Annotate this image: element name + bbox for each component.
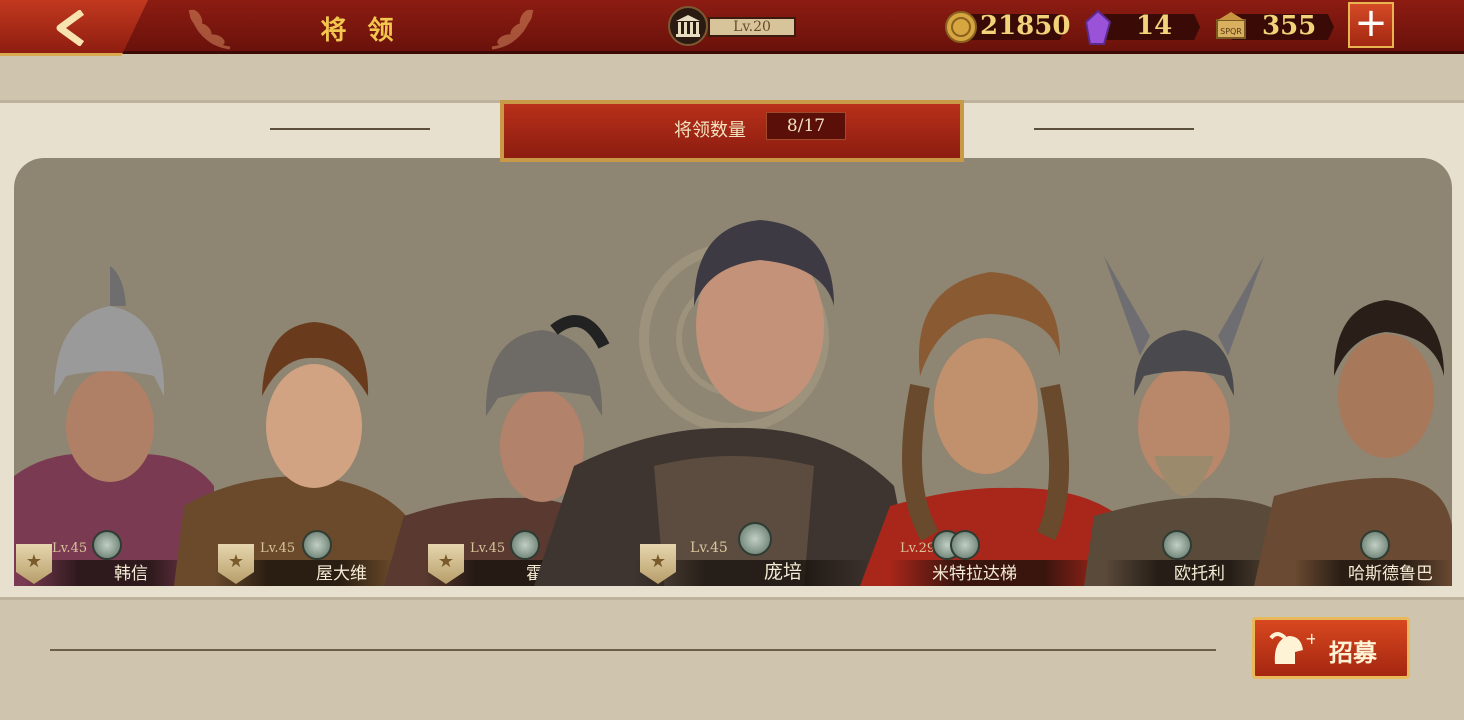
general-count-value: 8/17 [766,112,846,140]
skill-coin-icon [92,530,122,560]
spqr-eagle-icon: SPQR [1216,12,1246,39]
general-card-featured[interactable]: ★ Lv.45 庞培 [534,206,914,586]
general-name: 哈斯德鲁巴 [1348,564,1433,584]
purple-gem-icon [1084,10,1112,45]
general-level: Lv.29 [900,541,936,556]
svg-text:SPQR: SPQR [1220,27,1242,36]
general-level: Lv.45 [470,541,506,556]
skill-coin-icon [1360,530,1390,560]
general-name: 庞培 [764,561,803,583]
general-card[interactable]: ★ Lv.45 屋大维 [174,226,414,586]
coin-value: 21850 [980,11,1071,41]
divider [50,649,1216,651]
divider [1034,128,1194,130]
skill-coin-icon [950,530,980,560]
skill-coin-icon [1162,530,1192,560]
generals-gallery: ★ Lv.45 韩信 ★ Lv.45 屋大维 ★ Lv.45 霍 ★ Lv.45… [14,158,1452,586]
general-portrait [534,220,914,586]
laurel-right-icon [491,9,534,50]
gem-value: 14 [1136,11,1173,41]
recruit-button[interactable]: + 招募 [1252,617,1410,679]
temple-icon [668,6,708,46]
general-name: 米特拉达梯 [932,564,1017,584]
coin-resource[interactable]: 21850 [944,10,1071,43]
spqr-resource[interactable]: SPQR 355 [1214,10,1336,42]
svg-text:+: + [1305,630,1315,648]
skill-coin-icon [738,522,772,556]
general-count-banner: 将领数量 8/17 [500,100,964,162]
general-count-label: 将领数量 [674,120,746,141]
page-title: 将 领 [320,16,400,46]
general-card[interactable]: 哈斯德鲁巴 [1254,286,1452,586]
top-bar: 将 领 Lv.20 21850 14 SPQR 355 + [0,0,1464,56]
general-portrait [174,322,414,586]
skill-coin-icon [302,530,332,560]
level-label: Lv.20 [708,17,796,37]
general-name: 韩信 [114,564,148,584]
general-level: Lv.45 [260,541,296,556]
back-button[interactable] [0,0,148,56]
general-level: Lv.45 [52,541,88,556]
general-level: Lv.45 [690,540,728,556]
spartan-helmet-plus-icon: + [1269,630,1315,664]
divider [270,128,430,130]
add-resource-button[interactable]: + [1348,2,1394,48]
back-arrow-icon [56,10,85,46]
recruit-label: 招募 [1329,638,1377,667]
gem-resource[interactable]: 14 [1084,10,1202,45]
general-portrait [1254,300,1452,586]
laurel-left-icon [188,9,231,50]
general-name: 欧托利 [1174,564,1225,584]
coin-icon [945,11,977,43]
city-level[interactable]: Lv.20 [668,6,800,46]
spqr-value: 355 [1262,11,1317,41]
general-name: 屋大维 [316,564,367,584]
